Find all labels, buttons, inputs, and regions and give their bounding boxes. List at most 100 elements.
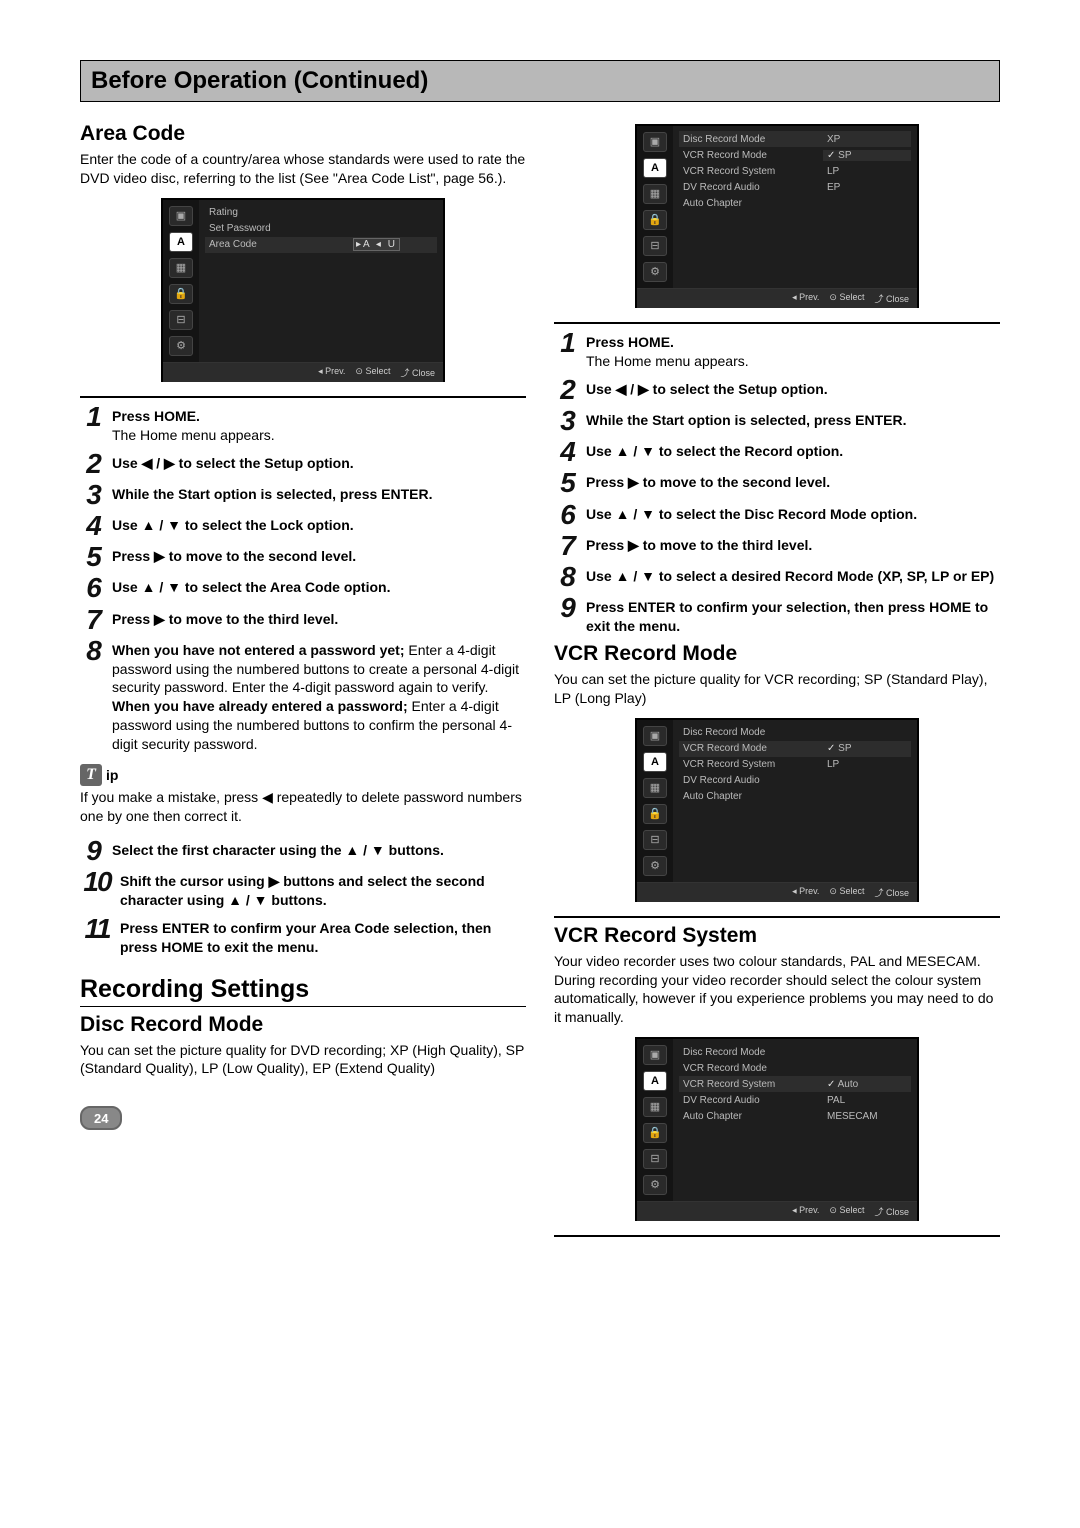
ui-opt: PAL	[823, 1095, 911, 1106]
lock-icon: 🔒	[643, 804, 667, 824]
a-icon: A	[643, 158, 667, 178]
disc-record-mode-heading: Disc Record Mode	[80, 1013, 526, 1037]
vcr-mode-ui: ▣ A ▦ 🔒 ⊟ ⚙ Disc Record Mode VCR Record …	[554, 718, 1000, 918]
step-number: 2	[80, 451, 106, 476]
footer-prev: ◂ Prev.	[792, 886, 819, 899]
a-icon: A	[643, 1071, 667, 1091]
monitor-icon: ▣	[643, 132, 667, 152]
step-number: 9	[80, 838, 106, 863]
r-step-6: 6Use ▲ / ▼ to select the Disc Record Mod…	[554, 502, 1000, 527]
step-2: 2Use ◀ / ▶ to select the Setup option.	[80, 451, 526, 476]
vcr-record-mode-heading: VCR Record Mode	[554, 642, 1000, 666]
page-number: 24	[80, 1106, 122, 1130]
disc-record-mode-intro: You can set the picture quality for DVD …	[80, 1041, 526, 1079]
step-number: 10	[80, 869, 114, 894]
a-icon: A	[643, 752, 667, 772]
ui-footer: ◂ Prev. ⊙ Select ⤴ Close	[637, 882, 917, 902]
step-bold: Use ▲ / ▼ to select the Record option.	[586, 443, 843, 459]
ui-opt: XP	[823, 134, 911, 145]
area-code-ui: ▣ A ▦ 🔒 ⊟ ⚙ Rating Set Password Area Cod…	[80, 198, 526, 398]
grid-icon: ▦	[643, 184, 667, 204]
step-text: The Home menu appears.	[112, 427, 275, 443]
footer-select: ⊙ Select	[829, 1205, 864, 1218]
r-step-1: 1Press HOME.The Home menu appears.	[554, 330, 1000, 371]
footer-select: ⊙ Select	[829, 292, 864, 305]
ui-item: VCR Record System	[679, 166, 823, 177]
a-icon: A	[169, 232, 193, 252]
footer-close: ⤴ Close	[874, 292, 909, 305]
step-number: 5	[554, 470, 580, 495]
step-number: 2	[554, 377, 580, 402]
step-9: 9 Select the first character using the ▲ …	[80, 838, 526, 863]
step-number: 8	[80, 638, 106, 663]
step-bold: Select the first character using the ▲ /…	[112, 842, 444, 858]
step-4: 4Use ▲ / ▼ to select the Lock option.	[80, 513, 526, 538]
step-number: 7	[80, 607, 106, 632]
step-number: 9	[554, 595, 580, 620]
ui-footer: ◂ Prev. ⊙ Select ⤴ Close	[637, 288, 917, 308]
vcr-record-system-heading: VCR Record System	[554, 924, 1000, 948]
two-column-layout: Area Code Enter the code of a country/ar…	[80, 116, 1000, 1237]
grid-icon: ▦	[169, 258, 193, 278]
monitor-icon: ▣	[169, 206, 193, 226]
ui-item: DV Record Audio	[679, 775, 823, 786]
ui-footer: ◂ Prev. ⊙ Select ⤴ Close	[163, 362, 443, 382]
gear-icon: ⚙	[643, 856, 667, 876]
step-number: 4	[554, 439, 580, 464]
frame-icon: ⊟	[643, 1149, 667, 1169]
ui-item: Auto Chapter	[679, 791, 823, 802]
frame-icon: ⊟	[643, 236, 667, 256]
ui-item-selected: VCR Record System	[679, 1079, 823, 1090]
ui-item: Auto Chapter	[679, 198, 823, 209]
step-number: 3	[80, 482, 106, 507]
step-number: 5	[80, 544, 106, 569]
step-bold: When you have not entered a password yet…	[112, 642, 405, 658]
r-step-2: 2Use ◀ / ▶ to select the Setup option.	[554, 377, 1000, 402]
lock-icon: 🔒	[643, 210, 667, 230]
ui-opt-checked: Auto	[823, 1079, 911, 1090]
step-number: 6	[80, 575, 106, 600]
ui-item: VCR Record Mode	[679, 150, 823, 161]
ui-item: Set Password	[205, 223, 349, 234]
step-bold: Press ENTER to confirm your selection, t…	[586, 599, 988, 634]
tip-icon: T	[80, 764, 102, 786]
ui-opt-checked: SP	[823, 743, 911, 754]
step-bold: Press ▶ to move to the second level.	[586, 474, 830, 490]
step-bold-2: When you have already entered a password…	[112, 698, 408, 714]
gear-icon: ⚙	[169, 336, 193, 356]
ui-sidebar: ▣ A ▦ 🔒 ⊟ ⚙	[637, 720, 673, 882]
step-bold: Shift the cursor using ▶ buttons and sel…	[120, 873, 485, 908]
ui-item: DV Record Audio	[679, 182, 823, 193]
step-bold: Use ▲ / ▼ to select the Area Code option…	[112, 579, 390, 595]
tip-label: ip	[106, 767, 118, 783]
step-number: 3	[554, 408, 580, 433]
ui-opt-checked: SP	[823, 150, 911, 161]
step-bold: Press ENTER to confirm your Area Code se…	[120, 920, 491, 955]
step-bold: While the Start option is selected, pres…	[112, 486, 433, 502]
r-step-7: 7Press ▶ to move to the third level.	[554, 533, 1000, 558]
step-bold: Press HOME.	[586, 334, 674, 350]
ui-footer: ◂ Prev. ⊙ Select ⤴ Close	[637, 1201, 917, 1221]
ui-item: Disc Record Mode	[679, 1047, 823, 1058]
recording-settings-heading: Recording Settings	[80, 975, 526, 1007]
ui-item-selected: Disc Record Mode	[679, 134, 823, 145]
page-title: Before Operation (Continued)	[91, 67, 989, 95]
step-10: 10Shift the cursor using ▶ buttons and s…	[80, 869, 526, 910]
step-bold: Press ▶ to move to the third level.	[586, 537, 812, 553]
footer-close: ⤴ Close	[400, 366, 435, 379]
vcr-system-ui: ▣ A ▦ 🔒 ⊟ ⚙ Disc Record Mode VCR Record …	[554, 1037, 1000, 1237]
footer-prev: ◂ Prev.	[792, 292, 819, 305]
lock-icon: 🔒	[169, 284, 193, 304]
step-6: 6 Use ▲ / ▼ to select the Area Code optio…	[80, 575, 526, 600]
gear-icon: ⚙	[643, 262, 667, 282]
step-3: 3 While the Start option is selected, pre…	[80, 482, 526, 507]
step-bold: Use ▲ / ▼ to select a desired Record Mod…	[586, 568, 994, 584]
step-bold: While the Start option is selected, pres…	[586, 412, 907, 428]
footer-prev: ◂ Prev.	[792, 1205, 819, 1218]
r-step-9: 9Press ENTER to confirm your selection, …	[554, 595, 1000, 636]
step-1: 1Press HOME.The Home menu appears.	[80, 404, 526, 445]
monitor-icon: ▣	[643, 726, 667, 746]
grid-icon: ▦	[643, 1097, 667, 1117]
step-number: 1	[554, 330, 580, 355]
ui-item: DV Record Audio	[679, 1095, 823, 1106]
